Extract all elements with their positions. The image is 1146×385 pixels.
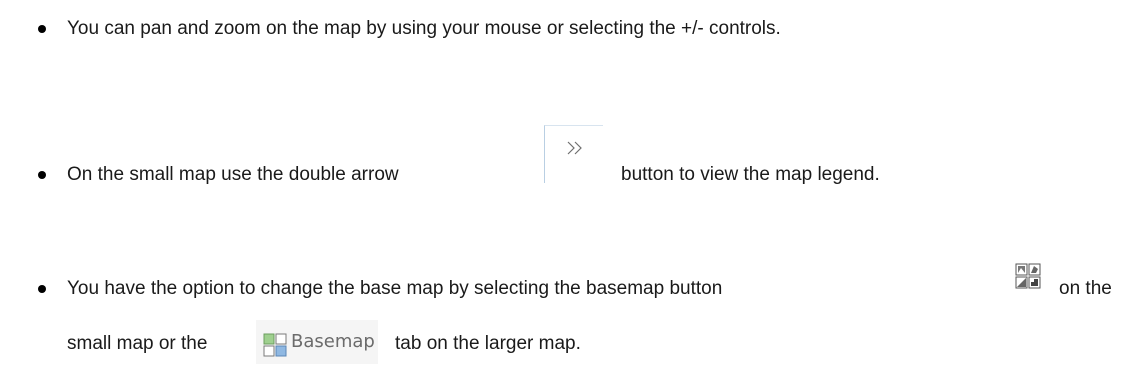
double-chevron-right-icon [567, 141, 582, 155]
basemap-grid-icon [1015, 263, 1041, 289]
basemap-tab-label: Basemap [291, 331, 375, 352]
bullet-2 [38, 171, 46, 179]
instruction-2-text-after: button to view the map legend. [621, 164, 880, 185]
instruction-3-line-2-before: small map or the [67, 333, 208, 354]
instruction-2-text-before: On the small map use the double arrow [67, 164, 399, 185]
instruction-1-text: You can pan and zoom on the map by using… [67, 18, 781, 39]
instruction-3-text-after: on the [1059, 278, 1112, 299]
bullet-3 [38, 285, 46, 293]
basemap-tab[interactable]: Basemap [256, 320, 378, 364]
double-arrow-button[interactable] [544, 125, 603, 183]
instruction-3-line-2-after: tab on the larger map. [395, 333, 581, 354]
instruction-3-text-before: You have the option to change the base m… [67, 278, 723, 299]
bullet-1 [38, 25, 46, 33]
basemap-button[interactable] [1015, 263, 1041, 289]
basemap-tab-grid-icon [263, 333, 287, 362]
